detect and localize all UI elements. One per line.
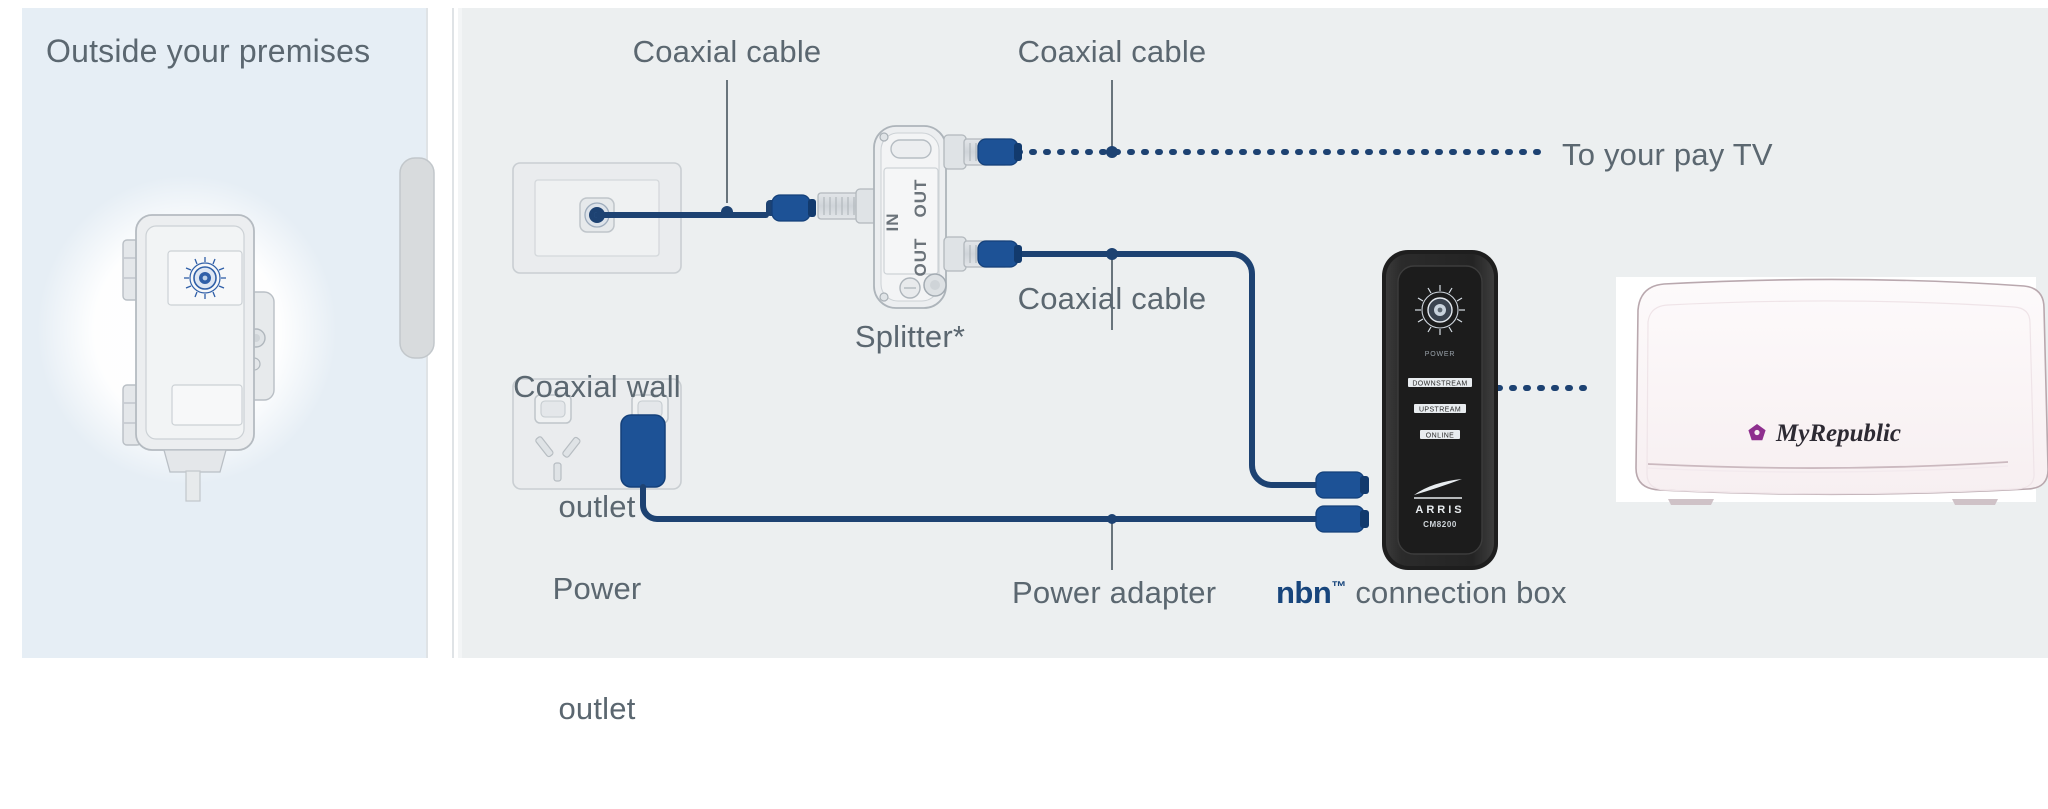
coax-cable-label-top-left: Coaxial cable bbox=[632, 34, 822, 69]
power-outlet-label-line1: Power bbox=[552, 571, 642, 606]
power-outlet-label-line2: outlet bbox=[558, 691, 636, 726]
svg-text:OUT: OUT bbox=[911, 179, 930, 218]
svg-text:CM8200: CM8200 bbox=[1423, 520, 1457, 529]
diagram-artwork: IN OUT OUT POWER DOWNSTREAM UPSTREAM ONL… bbox=[0, 0, 2048, 666]
splitter-label: Splitter* bbox=[854, 319, 966, 354]
nbn-wordmark: nbn bbox=[1276, 575, 1332, 610]
svg-text:IN: IN bbox=[883, 213, 902, 232]
svg-text:ARRIS: ARRIS bbox=[1415, 504, 1464, 516]
nbn-connection-box-artwork: POWER DOWNSTREAM UPSTREAM ONLINE ARRIS C… bbox=[1382, 250, 1498, 570]
cable-conduit bbox=[399, 157, 435, 359]
svg-text:OUT: OUT bbox=[911, 238, 930, 277]
nbn-connection-box-label: nbn™ connection box bbox=[1276, 575, 1567, 611]
svg-text:ONLINE: ONLINE bbox=[1426, 433, 1454, 440]
svg-text:DOWNSTREAM: DOWNSTREAM bbox=[1412, 381, 1467, 388]
diagram-canvas: IN OUT OUT POWER DOWNSTREAM UPSTREAM ONL… bbox=[0, 0, 2048, 726]
power-adapter-label: Power adapter bbox=[1012, 575, 1217, 610]
svg-text:UPSTREAM: UPSTREAM bbox=[1419, 407, 1461, 414]
nbn-trademark-icon: ™ bbox=[1331, 578, 1347, 596]
svg-text:MyRepublic: MyRepublic bbox=[1775, 420, 1901, 447]
power-outlet-label: Power outlet bbox=[497, 489, 697, 809]
outside-zone-label: Outside your premises bbox=[46, 33, 371, 69]
coax-cable-label-top-right: Coaxial cable bbox=[1017, 34, 1207, 69]
pay-tv-label: To your pay TV bbox=[1562, 137, 1773, 172]
coax-cable-label-middle: Coaxial cable bbox=[1017, 281, 1207, 316]
svg-text:POWER: POWER bbox=[1425, 351, 1455, 358]
nbn-connection-box-suffix: connection box bbox=[1346, 575, 1567, 610]
myrepublic-router-artwork: MyRepublic bbox=[1616, 277, 2048, 505]
coaxial-wall-outlet-label-line1: Coaxial wall bbox=[513, 369, 681, 404]
